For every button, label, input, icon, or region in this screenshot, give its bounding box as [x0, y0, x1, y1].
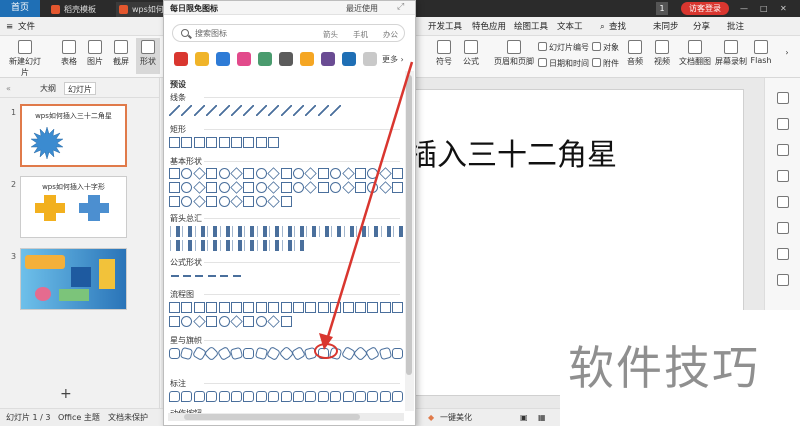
annotation-arrow: [319, 61, 414, 350]
